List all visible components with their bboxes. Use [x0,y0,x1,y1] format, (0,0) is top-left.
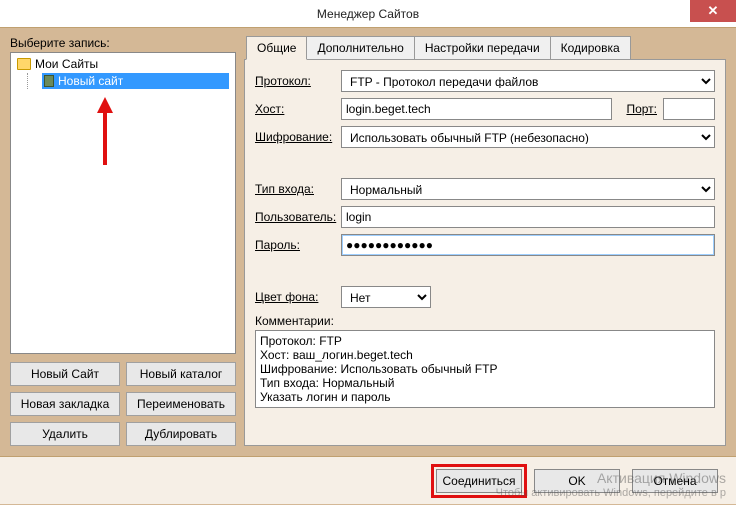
connect-button[interactable]: Соединиться [436,469,522,493]
close-icon: ✕ [708,3,719,19]
bgcolor-label: Цвет фона: [255,290,335,304]
duplicate-button[interactable]: Дублировать [126,422,236,446]
window-title: Менеджер Сайтов [317,7,419,21]
host-input[interactable] [341,98,612,120]
tree-item-label: Новый сайт [58,74,123,88]
dialog-button-bar: Соединиться OK Отмена [0,456,736,504]
sites-tree[interactable]: Мои Сайты Новый сайт [10,52,236,354]
new-folder-button[interactable]: Новый каталог [126,362,236,386]
tab-body-general: Протокол: FTP - Протокол передачи файлов… [244,59,726,446]
titlebar: Менеджер Сайтов ✕ [0,0,736,28]
protocol-label: Протокол: [255,74,335,88]
protocol-select[interactable]: FTP - Протокол передачи файлов [341,70,715,92]
delete-button[interactable]: Удалить [10,422,120,446]
comments-textarea[interactable] [255,330,715,408]
annotation-arrow [93,97,117,167]
password-label: Пароль: [255,238,335,252]
tab-charset[interactable]: Кодировка [550,36,631,59]
password-input[interactable] [341,234,715,256]
logon-type-select[interactable]: Нормальный [341,178,715,200]
port-label: Порт: [626,102,657,116]
port-input[interactable] [663,98,715,120]
encryption-select[interactable]: Использовать обычный FTP (небезопасно) [341,126,715,148]
tree-root[interactable]: Мои Сайты [17,57,229,71]
server-icon [44,75,54,87]
ok-button[interactable]: OK [534,469,620,493]
tree-root-label: Мои Сайты [35,57,98,71]
new-site-button[interactable]: Новый Сайт [10,362,120,386]
folder-icon [17,58,31,70]
close-button[interactable]: ✕ [690,0,736,22]
tab-transfer[interactable]: Настройки передачи [414,36,551,59]
tab-general[interactable]: Общие [246,36,307,60]
bgcolor-select[interactable]: Нет [341,286,431,308]
user-input[interactable] [341,206,715,228]
tab-advanced[interactable]: Дополнительно [306,36,414,59]
logon-type-label: Тип входа: [255,182,335,196]
encryption-label: Шифрование: [255,130,335,144]
cancel-button[interactable]: Отмена [632,469,718,493]
tab-strip: Общие Дополнительно Настройки передачи К… [246,36,726,59]
rename-button[interactable]: Переименовать [126,392,236,416]
select-entry-label: Выберите запись: [10,36,236,50]
user-label: Пользователь: [255,210,335,224]
tree-item-new-site[interactable]: Новый сайт [42,73,229,89]
new-bookmark-button[interactable]: Новая закладка [10,392,120,416]
host-label: Хост: [255,102,335,116]
comments-label: Комментарии: [255,314,715,328]
